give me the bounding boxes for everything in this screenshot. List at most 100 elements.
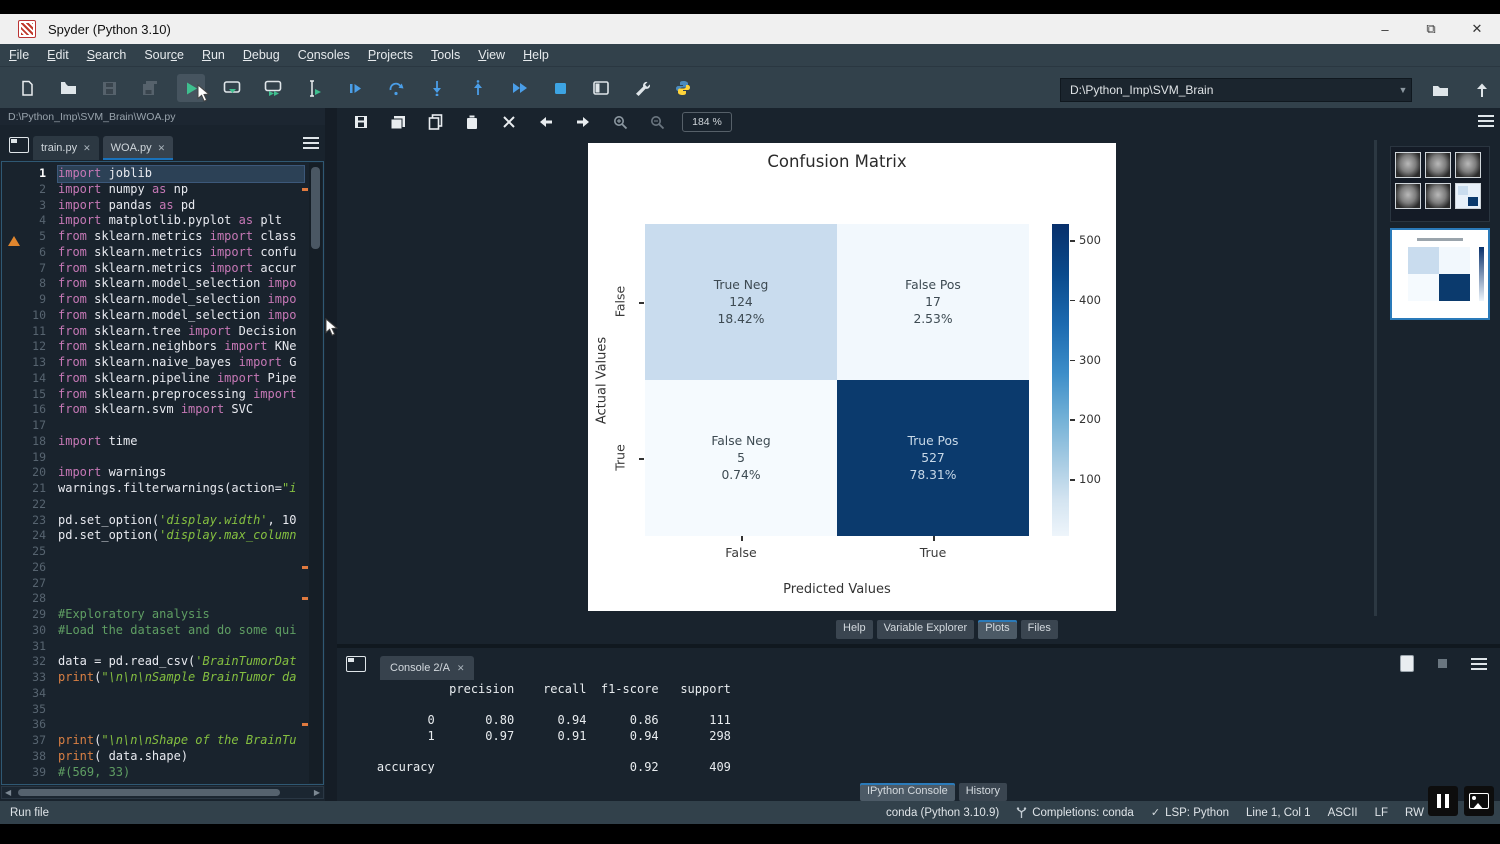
copy-plot-button[interactable] — [422, 111, 448, 133]
code-line[interactable]: 36 — [2, 717, 304, 733]
save-plot-button[interactable] — [348, 111, 374, 133]
run-selection-button[interactable] — [300, 74, 328, 102]
code-line[interactable]: 16from sklearn.svm import SVC — [2, 402, 304, 418]
code-line[interactable]: 5from sklearn.metrics import class — [2, 229, 304, 245]
tab-variable-explorer[interactable]: Variable Explorer — [877, 620, 975, 639]
tab-help[interactable]: Help — [836, 620, 873, 639]
code-line[interactable]: 39#(569, 33) — [2, 765, 304, 781]
code-line[interactable]: 28 — [2, 591, 304, 607]
code-line[interactable]: 35 — [2, 702, 304, 718]
code-line[interactable]: 31 — [2, 639, 304, 655]
browse-directory-button[interactable] — [1426, 76, 1454, 104]
code-line[interactable]: 2import numpy as np — [2, 182, 304, 198]
code-line[interactable]: 15from sklearn.preprocessing import — [2, 387, 304, 403]
code-line[interactable]: 10from sklearn.model_selection impo — [2, 308, 304, 324]
run-cell-advance-button[interactable] — [259, 74, 287, 102]
tab-ipython-console[interactable]: IPython Console — [860, 783, 955, 801]
scroll-left-icon[interactable]: ◀ — [5, 788, 11, 798]
run-cell-button[interactable] — [218, 74, 246, 102]
interpreter-status[interactable]: conda (Python 3.10.9) — [886, 807, 999, 819]
code-line[interactable]: 17 — [2, 418, 304, 434]
editor-tab-train.py[interactable]: train.py✕ — [33, 136, 99, 160]
plot-thumbnail-brain-samples[interactable] — [1390, 146, 1490, 222]
step-out-button[interactable] — [464, 74, 492, 102]
tab-history[interactable]: History — [959, 783, 1007, 801]
zoom-out-button[interactable] — [644, 111, 670, 133]
menu-edit[interactable]: Edit — [38, 48, 78, 62]
stop-button[interactable] — [546, 74, 574, 102]
scrollbar-handle[interactable] — [18, 789, 280, 796]
working-directory-combo[interactable]: D:\Python_Imp\SVM_Brain ▼ — [1060, 78, 1412, 102]
code-line[interactable]: 22 — [2, 497, 304, 513]
code-line[interactable]: 18import time — [2, 434, 304, 450]
confusion-matrix-figure[interactable]: Confusion Matrix True Neg12418.42%False … — [588, 143, 1116, 611]
lsp-status[interactable]: ✓ LSP: Python — [1151, 806, 1229, 819]
code-line[interactable]: 1import joblib — [2, 166, 304, 182]
code-line[interactable]: 14from sklearn.pipeline import Pipe — [2, 371, 304, 387]
remove-plot-button[interactable] — [459, 111, 485, 133]
code-line[interactable]: 27 — [2, 576, 304, 592]
code-line[interactable]: 38print( data.shape) — [2, 749, 304, 765]
code-line[interactable]: 26 — [2, 560, 304, 576]
code-line[interactable]: 9from sklearn.model_selection impo — [2, 292, 304, 308]
save-button[interactable] — [95, 74, 123, 102]
step-into-button[interactable] — [423, 74, 451, 102]
zoom-in-button[interactable] — [607, 111, 633, 133]
menu-file[interactable]: File — [0, 48, 38, 62]
previous-plot-button[interactable] — [533, 111, 559, 133]
save-all-button[interactable] — [136, 74, 164, 102]
restore-button[interactable]: ⧉ — [1408, 14, 1454, 44]
close-tab-icon[interactable]: ✕ — [158, 143, 166, 154]
console-tab[interactable]: Console 2/A ✕ — [380, 656, 474, 680]
menu-projects[interactable]: Projects — [359, 48, 422, 62]
browse-tabs-icon[interactable] — [9, 137, 29, 153]
overlay-pause-button[interactable] — [1428, 786, 1458, 816]
remove-all-plots-button[interactable] — [496, 111, 522, 133]
editor-horizontal-scrollbar[interactable]: ◀ ▶ — [1, 786, 324, 799]
code-line[interactable]: 11from sklearn.tree import Decision — [2, 324, 304, 340]
code-line[interactable]: 6from sklearn.metrics import confu — [2, 245, 304, 261]
parent-directory-button[interactable] — [1468, 76, 1496, 104]
console-options-icon[interactable] — [1471, 658, 1487, 670]
classification-report[interactable]: precision recall f1-score support 0 0.80… — [348, 682, 731, 776]
python-path-button[interactable] — [669, 74, 697, 102]
minimize-button[interactable]: – — [1362, 14, 1408, 44]
preferences-button[interactable] — [628, 74, 656, 102]
editor-options-icon[interactable] — [303, 137, 319, 149]
code-line[interactable]: 24pd.set_option('display.max_column — [2, 528, 304, 544]
code-line[interactable]: 8from sklearn.model_selection impo — [2, 276, 304, 292]
code-line[interactable]: 21warnings.filterwarnings(action="i — [2, 481, 304, 497]
chevron-down-icon[interactable]: ▼ — [1395, 85, 1411, 95]
close-tab-icon[interactable]: ✕ — [83, 143, 91, 154]
pane-splitter[interactable] — [325, 108, 337, 801]
code-line[interactable]: 30#Load the dataset and do some qui — [2, 623, 304, 639]
plot-thumbnail-confusion-matrix[interactable] — [1390, 228, 1490, 320]
code-line[interactable]: 33print("\n\n\nSample BrainTumor da — [2, 670, 304, 686]
menu-run[interactable]: Run — [193, 48, 234, 62]
step-over-button[interactable] — [382, 74, 410, 102]
code-editor[interactable]: 1import joblib2import numpy as np3import… — [1, 161, 324, 785]
maximize-pane-button[interactable] — [587, 74, 615, 102]
close-button[interactable]: ✕ — [1454, 14, 1500, 44]
completions-status[interactable]: Completions: conda — [1016, 807, 1134, 819]
close-console-icon[interactable]: ✕ — [457, 663, 465, 674]
code-line[interactable]: 37print("\n\n\nShape of the BrainTu — [2, 733, 304, 749]
plots-scrollbar[interactable] — [1374, 140, 1377, 616]
tab-files[interactable]: Files — [1021, 620, 1058, 639]
code-line[interactable]: 3import pandas as pd — [2, 198, 304, 214]
overlay-screenshot-button[interactable] — [1464, 786, 1494, 816]
scroll-right-icon[interactable]: ▶ — [314, 788, 320, 798]
open-file-button[interactable] — [54, 74, 82, 102]
browse-consoles-icon[interactable] — [346, 656, 366, 672]
code-line[interactable]: 23pd.set_option('display.width', 10 — [2, 513, 304, 529]
code-line[interactable]: 29#Exploratory analysis — [2, 607, 304, 623]
editor-vertical-scrollbar[interactable] — [309, 163, 322, 783]
code-line[interactable]: 13from sklearn.naive_bayes import G — [2, 355, 304, 371]
code-line[interactable]: 19 — [2, 450, 304, 466]
continue-button[interactable] — [505, 74, 533, 102]
menu-view[interactable]: View — [469, 48, 514, 62]
menu-consoles[interactable]: Consoles — [289, 48, 359, 62]
menu-debug[interactable]: Debug — [234, 48, 289, 62]
code-line[interactable]: 4import matplotlib.pyplot as plt — [2, 213, 304, 229]
new-file-button[interactable] — [13, 74, 41, 102]
